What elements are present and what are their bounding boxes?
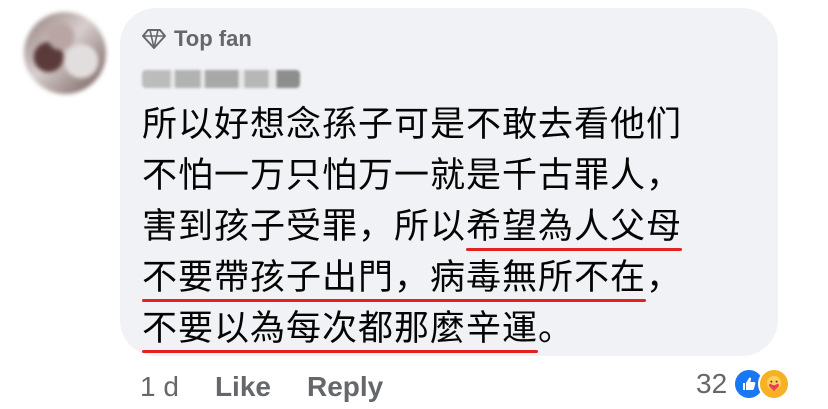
care-icon: [758, 368, 791, 400]
top-fan-badge: Top fan: [142, 26, 252, 52]
comment-actions: 1 d Like Reply: [140, 371, 383, 403]
comment-bubble: Top fan 所以好想念孫子可是不敢去看他们 不怕一万只怕万一就是千古罪人， 害到…: [120, 8, 778, 356]
reply-button[interactable]: Reply: [307, 371, 383, 403]
comment-text-segment: 。: [538, 309, 575, 349]
top-fan-label: Top fan: [174, 26, 252, 51]
comment-text: 所以好想念孫子可是不敢去看他们 不怕一万只怕万一就是千古罪人， 害到孩子受罪，所以希…: [142, 100, 768, 355]
comment-line: 不要帶孩子出門，病毒無所不在，: [142, 253, 768, 304]
comment-line: 害到孩子受罪，所以希望為人父母: [142, 202, 768, 253]
comment-line: 不要以為每次都那麼辛運。: [142, 304, 768, 355]
reaction-icons: [733, 368, 791, 400]
timestamp[interactable]: 1 d: [140, 371, 179, 403]
reaction-count: 32: [696, 368, 728, 399]
underlined-text: 不要以為每次都那麼辛運: [142, 309, 539, 349]
comment-line: 不怕一万只怕万一就是千古罪人，: [142, 151, 768, 202]
comment-text-segment: ，: [646, 258, 683, 298]
comment-line: 所以好想念孫子可是不敢去看他们: [142, 100, 768, 151]
author-name-blurred[interactable]: [142, 70, 300, 88]
underlined-text: 希望為人父母: [466, 207, 683, 247]
comment-text-segment: 害到孩子受罪，所以: [142, 207, 467, 247]
diamond-icon: [142, 29, 166, 49]
underlined-text: 不要帶孩子出門，病毒無所不在: [142, 258, 647, 298]
like-button[interactable]: Like: [215, 371, 271, 403]
reaction-summary[interactable]: 32: [696, 368, 791, 400]
comment-text-segment: 所以好想念孫子可是不敢去看他们: [142, 105, 683, 145]
comment-text-segment: 不怕一万只怕万一就是千古罪人，: [142, 156, 683, 196]
avatar[interactable]: [24, 12, 106, 94]
